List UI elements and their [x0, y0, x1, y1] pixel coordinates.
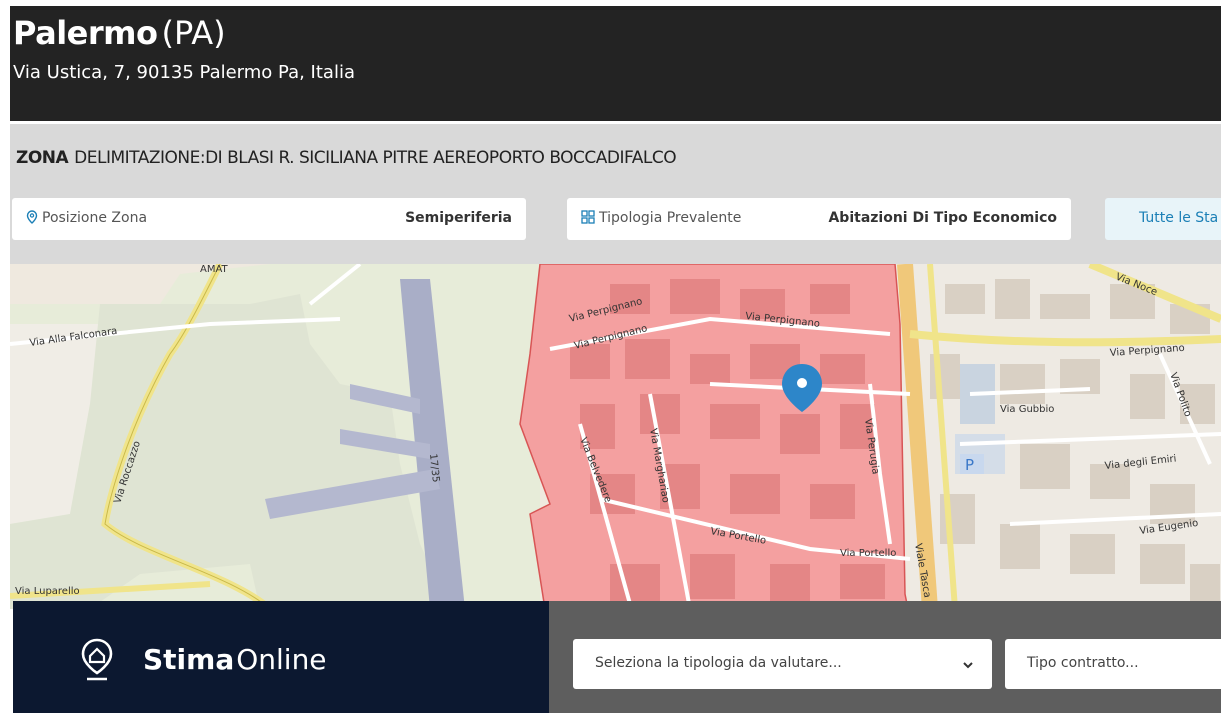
zone-map[interactable]: P Via Alla Falconara Via Roccazzo Via Lu…: [10, 264, 1221, 609]
all-stats-button[interactable]: Tutte le Sta: [1105, 198, 1221, 240]
stima-title: StimaOnline: [143, 643, 327, 676]
stima-online-panel: StimaOnline: [13, 601, 549, 713]
province-code: (PA): [161, 14, 226, 52]
city-title: Palermo (PA): [13, 16, 226, 50]
address-text: Via Ustica, 7, 90135 Palermo Pa, Italia: [13, 62, 355, 83]
street-label: Via Luparello: [15, 586, 80, 597]
typology-label-wrap: Tipologia Prevalente: [581, 210, 741, 228]
zone-label: ZONA: [16, 148, 69, 168]
stima-title-bold: Stima: [143, 643, 235, 676]
zone-position-card: Posizione Zona Semiperiferia: [12, 198, 526, 240]
zone-section: ZONA DELIMITAZIONE:DI BLASI R. SICILIANA …: [10, 124, 1221, 264]
home-pin-icon: [79, 637, 115, 686]
all-stats-label: Tutte le Sta: [1139, 210, 1219, 226]
estimate-form: Seleziona la tipologia da valutare... Ti…: [549, 601, 1221, 713]
zone-description: DELIMITAZIONE:DI BLASI R. SICILIANA PITR…: [74, 148, 677, 168]
zone-position-value: Semiperiferia: [405, 210, 512, 226]
contract-type-placeholder: Tipo contratto...: [1027, 655, 1139, 671]
zone-position-label: Posizione Zona: [42, 210, 148, 226]
typology-label: Tipologia Prevalente: [599, 210, 742, 226]
grid-icon: [581, 210, 595, 228]
typology-card: Tipologia Prevalente Abitazioni Di Tipo …: [567, 198, 1071, 240]
typology-value: Abitazioni Di Tipo Economico: [828, 210, 1057, 226]
street-label: Via Gubbio: [1000, 404, 1054, 415]
city-name: Palermo: [13, 14, 158, 52]
contract-type-select[interactable]: Tipo contratto...: [1005, 639, 1221, 689]
zone-position-label-wrap: Posizione Zona: [26, 210, 147, 228]
location-header: Palermo (PA) Via Ustica, 7, 90135 Palermo…: [10, 6, 1221, 121]
street-label: Via Portello: [840, 548, 896, 559]
map-canvas: P Via Alla Falconara Via Roccazzo Via Lu…: [10, 264, 1221, 609]
typology-select[interactable]: Seleziona la tipologia da valutare...: [573, 639, 992, 689]
parking-label: P: [965, 456, 974, 474]
map-pin-icon: [26, 210, 38, 228]
street-label: AMAT: [200, 264, 229, 275]
stima-title-light: Online: [236, 643, 327, 676]
typology-select-placeholder: Seleziona la tipologia da valutare...: [595, 655, 842, 671]
chevron-down-icon: [962, 656, 974, 675]
zone-title: ZONA DELIMITAZIONE:DI BLASI R. SICILIANA …: [16, 148, 677, 168]
